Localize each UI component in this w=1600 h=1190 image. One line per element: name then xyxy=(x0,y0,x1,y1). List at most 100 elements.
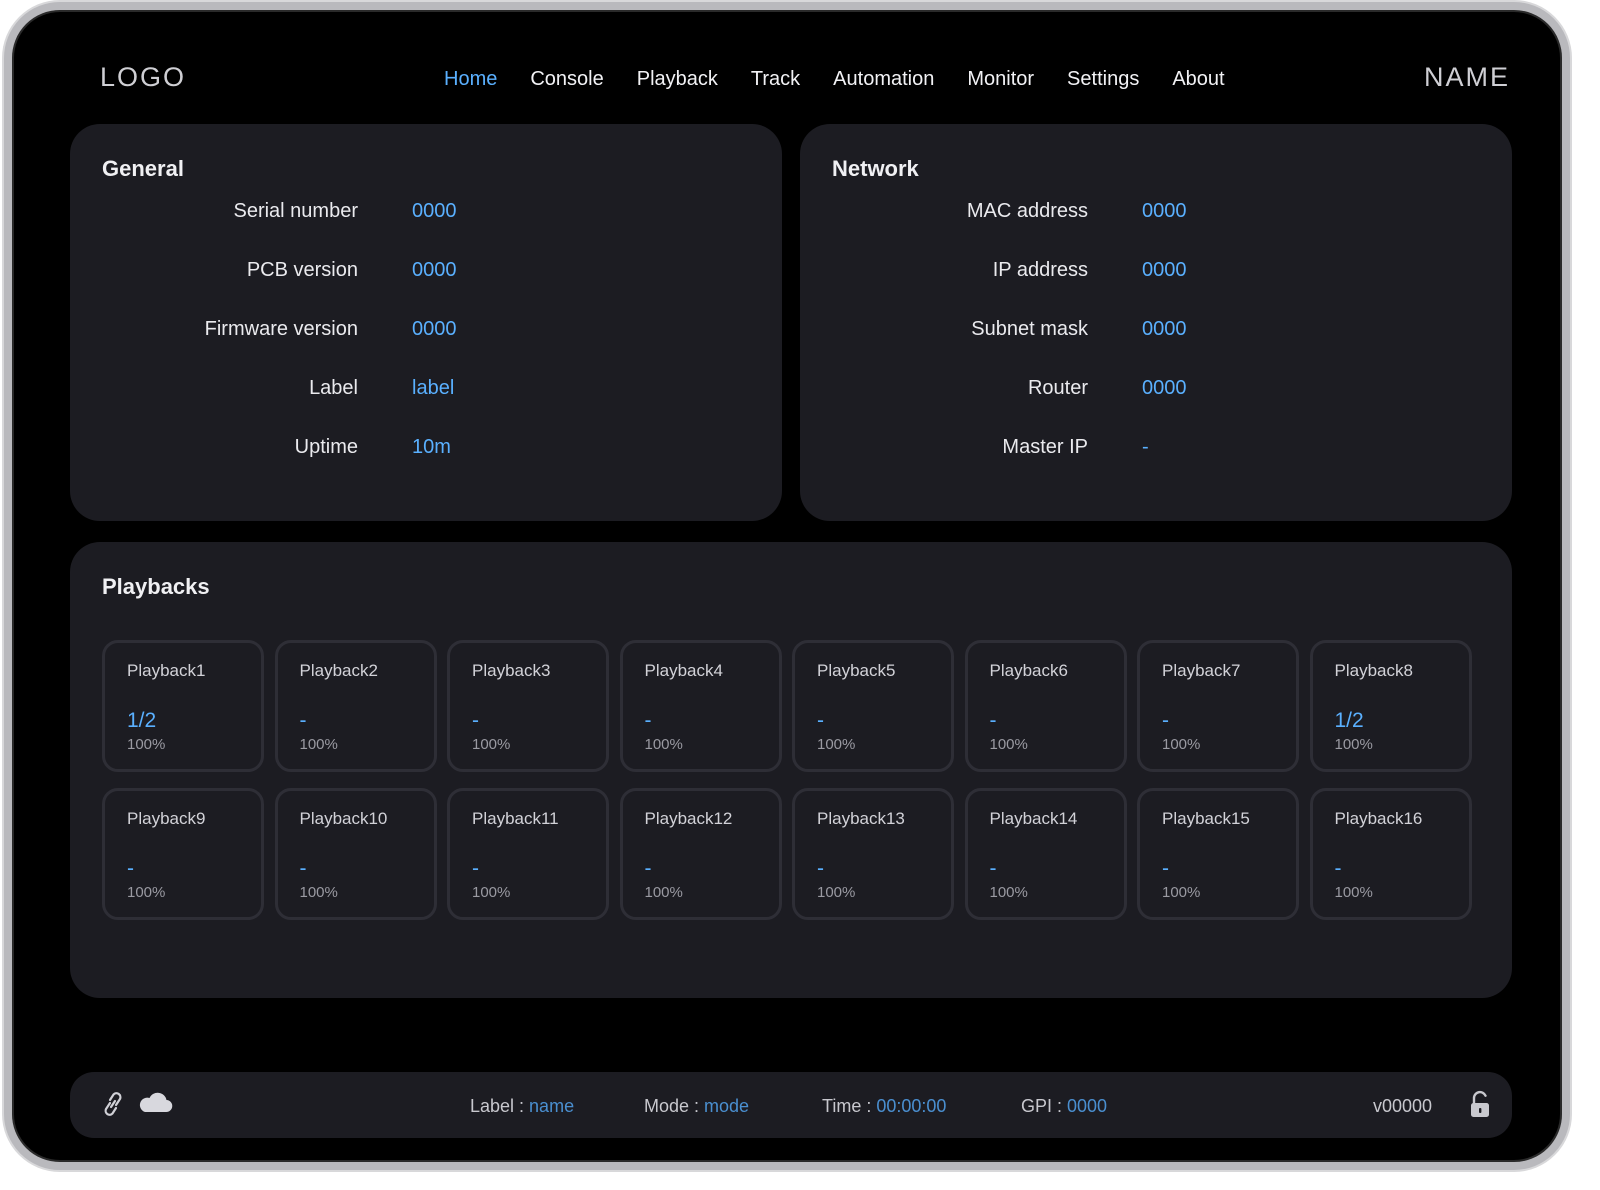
status-gpi-key: GPI : xyxy=(1021,1096,1068,1116)
playback-card[interactable]: Playback1 1/2 100% xyxy=(102,640,264,772)
playback-card[interactable]: Playback12 - 100% xyxy=(619,788,782,920)
playback-level: 100% xyxy=(472,884,511,901)
playback-card[interactable]: Playback11 - 100% xyxy=(447,788,609,920)
playback-state: - xyxy=(127,857,134,880)
playback-state: - xyxy=(1162,709,1169,732)
field-value: - xyxy=(1142,436,1149,458)
playback-level: 100% xyxy=(644,884,683,901)
field-value: 0000 xyxy=(412,259,457,281)
playback-card[interactable]: Playback16 - 100% xyxy=(1309,788,1472,920)
playback-card[interactable]: Playback10 - 100% xyxy=(274,788,437,920)
playback-name: Playback8 xyxy=(1334,661,1413,680)
playback-state: - xyxy=(472,709,479,732)
playback-name: Playback15 xyxy=(1162,809,1250,828)
playback-name: Playback6 xyxy=(989,661,1068,680)
playback-state: - xyxy=(1162,857,1169,880)
playback-state: 1/2 xyxy=(1334,709,1364,732)
playback-card[interactable]: Playback15 - 100% xyxy=(1137,788,1299,920)
playback-state: - xyxy=(817,709,824,732)
status-bar: Label : name Mode : mode Time : 00:00:00… xyxy=(70,1072,1512,1138)
playback-name: Playback4 xyxy=(644,661,723,680)
playback-state: - xyxy=(817,857,824,880)
cloud-icon[interactable] xyxy=(136,1088,174,1121)
network-title: Network xyxy=(832,156,919,181)
nav-settings[interactable]: Settings xyxy=(1067,68,1139,91)
playback-level: 100% xyxy=(1334,736,1373,753)
playback-name: Playback10 xyxy=(299,809,388,828)
playback-level: 100% xyxy=(989,736,1028,753)
field-row: Router 0000 xyxy=(800,377,1512,407)
playback-card[interactable]: Playback3 - 100% xyxy=(447,640,609,772)
version-label: v00000 xyxy=(1372,1096,1432,1116)
playback-level: 100% xyxy=(127,884,166,901)
playback-card[interactable]: Playback7 - 100% xyxy=(1137,640,1299,772)
playback-card[interactable]: Playback9 - 100% xyxy=(102,788,264,920)
playback-card[interactable]: Playback4 - 100% xyxy=(619,640,782,772)
unlock-icon[interactable] xyxy=(1468,1090,1492,1125)
field-row: Label label xyxy=(70,377,782,407)
nav-home[interactable]: Home xyxy=(444,68,497,91)
playback-card[interactable]: Playback8 1/2 100% xyxy=(1309,640,1472,772)
status-gpi: GPI : 0000 xyxy=(1021,1096,1107,1117)
status-time-value: 00:00:00 xyxy=(876,1096,947,1116)
status-label-key: Label : xyxy=(470,1096,530,1116)
playback-card[interactable]: Playback2 - 100% xyxy=(274,640,437,772)
general-panel: General Serial number 0000 PCB version 0… xyxy=(70,124,782,521)
field-label: Subnet mask xyxy=(971,318,1088,340)
field-value: 0000 xyxy=(1142,377,1187,399)
field-label: Serial number xyxy=(233,200,358,222)
nav-about[interactable]: About xyxy=(1172,68,1224,91)
status-time: Time : 00:00:00 xyxy=(822,1096,946,1117)
playback-card[interactable]: Playback14 - 100% xyxy=(964,788,1127,920)
field-label: PCB version xyxy=(246,259,358,281)
playback-name: Playback5 xyxy=(817,661,896,680)
playbacks-title: Playbacks xyxy=(102,574,210,599)
main-nav: Home Console Playback Track Automation M… xyxy=(444,68,1258,91)
status-mode-value: mode xyxy=(704,1096,750,1116)
device-frame: LOGO Home Console Playback Track Automat… xyxy=(4,2,1570,1170)
status-mode-key: Mode : xyxy=(644,1096,705,1116)
status-label-value: name xyxy=(529,1096,575,1116)
playback-card[interactable]: Playback6 - 100% xyxy=(964,640,1127,772)
field-value: 0000 xyxy=(1142,318,1187,340)
playback-level: 100% xyxy=(1334,884,1373,901)
playback-card[interactable]: Playback13 - 100% xyxy=(792,788,954,920)
status-label: Label : name xyxy=(470,1096,574,1117)
nav-playback[interactable]: Playback xyxy=(637,68,718,91)
field-label: IP address xyxy=(992,259,1088,281)
playback-name: Playback11 xyxy=(472,809,559,828)
playback-name: Playback14 xyxy=(989,809,1078,828)
playback-state: - xyxy=(1334,857,1342,880)
field-value: 0000 xyxy=(1142,259,1187,281)
field-row: PCB version 0000 xyxy=(70,259,782,289)
field-value: 0000 xyxy=(412,318,457,340)
link-icon[interactable] xyxy=(100,1090,126,1123)
device-name: NAME xyxy=(1423,62,1510,92)
playback-state: - xyxy=(472,857,479,880)
playback-level: 100% xyxy=(299,884,338,901)
field-row: Serial number 0000 xyxy=(70,200,782,230)
field-row: MAC address 0000 xyxy=(800,200,1512,230)
playback-level: 100% xyxy=(1162,736,1201,753)
logo: LOGO xyxy=(100,62,187,92)
playback-name: Playback9 xyxy=(127,809,206,828)
playback-card[interactable]: Playback5 - 100% xyxy=(792,640,954,772)
playback-name: Playback16 xyxy=(1334,809,1423,828)
nav-track[interactable]: Track xyxy=(751,68,800,91)
playback-level: 100% xyxy=(644,736,683,753)
field-label: Router xyxy=(1027,377,1088,399)
playback-name: Playback13 xyxy=(817,809,905,828)
field-value: 0000 xyxy=(1142,200,1187,222)
screen: LOGO Home Console Playback Track Automat… xyxy=(12,10,1562,1162)
playback-level: 100% xyxy=(817,736,856,753)
playback-name: Playback7 xyxy=(1162,661,1241,680)
nav-monitor[interactable]: Monitor xyxy=(967,68,1034,91)
nav-console[interactable]: Console xyxy=(530,68,603,91)
playback-level: 100% xyxy=(299,736,338,753)
playback-level: 100% xyxy=(817,884,856,901)
playback-state: - xyxy=(644,709,652,732)
nav-automation[interactable]: Automation xyxy=(833,68,934,91)
playback-name: Playback12 xyxy=(644,809,733,828)
field-row: Subnet mask 0000 xyxy=(800,318,1512,348)
playback-state: - xyxy=(299,709,307,732)
